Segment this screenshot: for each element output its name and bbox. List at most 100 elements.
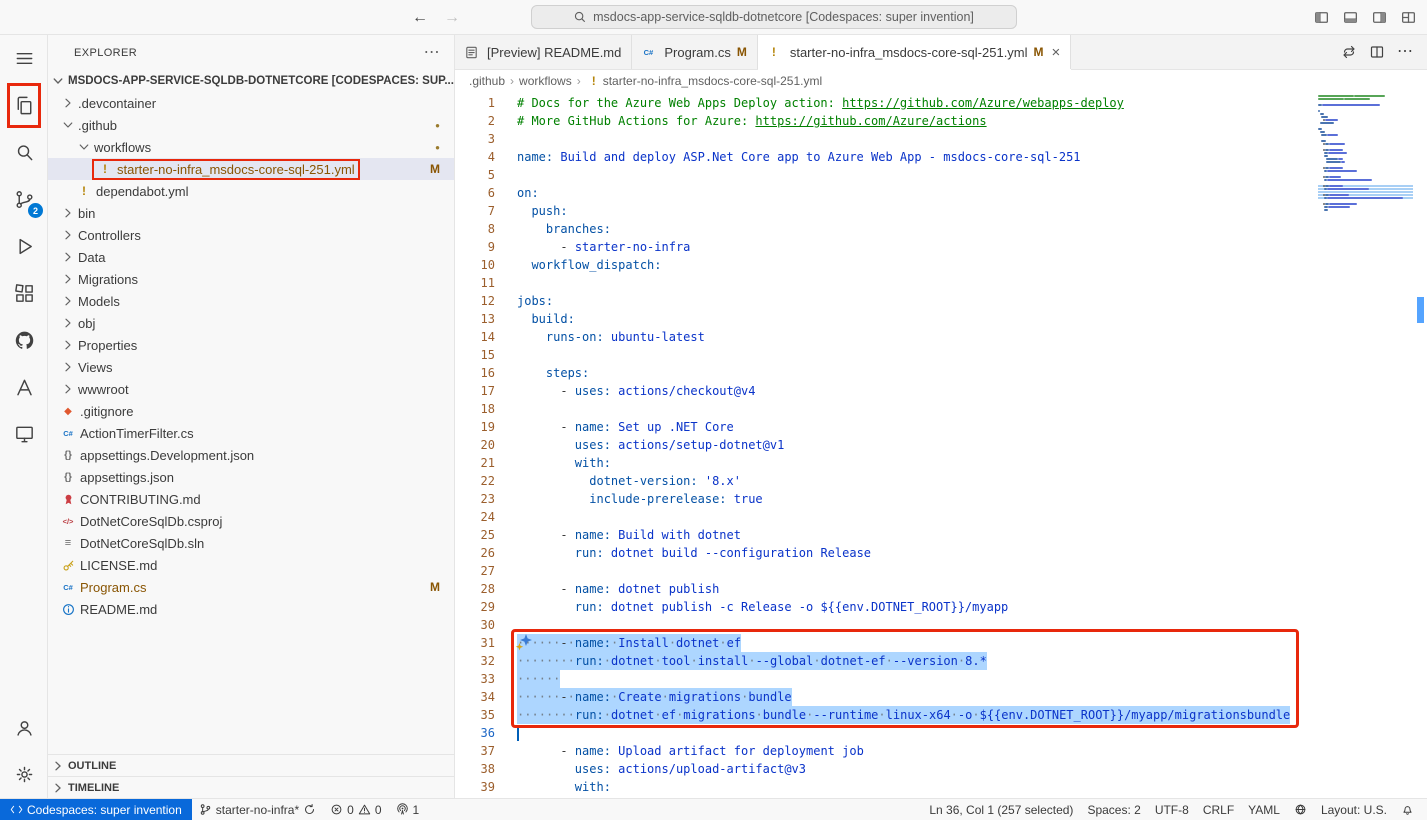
- forward-button[interactable]: →: [444, 9, 460, 27]
- menu-icon[interactable]: [0, 35, 48, 82]
- tree-item-dependabot-yml[interactable]: !dependabot.yml: [48, 180, 454, 202]
- source-control-icon[interactable]: 2: [0, 176, 48, 223]
- code-line-24[interactable]: 24: [455, 508, 1413, 526]
- code-line-10[interactable]: 10 workflow_dispatch:: [455, 256, 1413, 274]
- tree-item-models[interactable]: Models: [48, 290, 454, 312]
- toggle-sidebar-icon[interactable]: [1313, 9, 1330, 26]
- code-line-19[interactable]: 19 - name: Set up .NET Core: [455, 418, 1413, 436]
- more-actions-icon[interactable]: ⋯: [1397, 47, 1413, 57]
- toggle-secondary-sidebar-icon[interactable]: [1371, 9, 1388, 26]
- tree-root-folder[interactable]: MSDOCS-APP-SERVICE-SQLDB-DOTNETCORE [COD…: [48, 70, 454, 92]
- copilot-sparkle-icon[interactable]: [515, 633, 533, 651]
- tree-item-actiontimerfilter-cs[interactable]: C#ActionTimerFilter.cs: [48, 422, 454, 444]
- settings-icon[interactable]: [0, 751, 48, 798]
- code-line-22[interactable]: 22 dotnet-version: '8.x': [455, 472, 1413, 490]
- tree-item-properties[interactable]: Properties: [48, 334, 454, 356]
- code-line-27[interactable]: 27: [455, 562, 1413, 580]
- status-cursor-position[interactable]: Ln 36, Col 1 (257 selected): [922, 799, 1080, 820]
- code-line-6[interactable]: 6on:: [455, 184, 1413, 202]
- tree-item-appsettings-json[interactable]: {}appsettings.json: [48, 466, 454, 488]
- customize-layout-icon[interactable]: [1400, 9, 1417, 26]
- code-line-35[interactable]: 35········run:·dotnet·ef·migrations·bund…: [455, 706, 1413, 724]
- tab-starter-no-infra-msdocs-core-sql-251-yml[interactable]: !starter-no-infra_msdocs-core-sql-251.ym…: [758, 35, 1071, 69]
- tree-item-views[interactable]: Views: [48, 356, 454, 378]
- tree-item-appsettings-development-json[interactable]: {}appsettings.Development.json: [48, 444, 454, 466]
- code-line-23[interactable]: 23 include-prerelease: true: [455, 490, 1413, 508]
- tree-item-starter-no-infra-msdocs-core-sql-251-yml[interactable]: !starter-no-infra_msdocs-core-sql-251.ym…: [48, 158, 454, 180]
- code-line-28[interactable]: 28 - name: dotnet publish: [455, 580, 1413, 598]
- tree-item-bin[interactable]: bin: [48, 202, 454, 224]
- account-icon[interactable]: [0, 704, 48, 751]
- status-language-mode[interactable]: YAML: [1241, 799, 1287, 820]
- tree-item-controllers[interactable]: Controllers: [48, 224, 454, 246]
- status-ports[interactable]: 1: [389, 799, 427, 820]
- split-editor-icon[interactable]: [1369, 44, 1385, 60]
- code-line-2[interactable]: 2# More GitHub Actions for Azure: https:…: [455, 112, 1413, 130]
- open-changes-icon[interactable]: [1341, 44, 1357, 60]
- status-eol[interactable]: CRLF: [1196, 799, 1241, 820]
- search-icon[interactable]: [0, 129, 48, 176]
- code-line-5[interactable]: 5: [455, 166, 1413, 184]
- code-line-9[interactable]: 9 - starter-no-infra: [455, 238, 1413, 256]
- extensions-icon[interactable]: [0, 270, 48, 317]
- explorer-more-actions-icon[interactable]: ⋯: [424, 48, 440, 58]
- tree-item-wwwroot[interactable]: wwwroot: [48, 378, 454, 400]
- run-debug-icon[interactable]: [0, 223, 48, 270]
- tree-item-readme-md[interactable]: README.md: [48, 598, 454, 620]
- tree-item-workflows[interactable]: workflows●: [48, 136, 454, 158]
- code-line-21[interactable]: 21 with:: [455, 454, 1413, 472]
- code-line-3[interactable]: 3: [455, 130, 1413, 148]
- tree-item-contributing-md[interactable]: CONTRIBUTING.md: [48, 488, 454, 510]
- tree-item-program-cs[interactable]: C#Program.csM: [48, 576, 454, 598]
- code-line-17[interactable]: 17 - uses: actions/checkout@v4: [455, 382, 1413, 400]
- explorer-icon[interactable]: [0, 82, 48, 129]
- status-indentation[interactable]: Spaces: 2: [1080, 799, 1147, 820]
- code-line-37[interactable]: 37 - name: Upload artifact for deploymen…: [455, 742, 1413, 760]
- tree-item-migrations[interactable]: Migrations: [48, 268, 454, 290]
- status-branch[interactable]: starter-no-infra*: [192, 799, 323, 820]
- code-line-38[interactable]: 38 uses: actions/upload-artifact@v3: [455, 760, 1413, 778]
- back-button[interactable]: ←: [412, 9, 428, 27]
- tree-item-data[interactable]: Data: [48, 246, 454, 268]
- breadcrumb-github[interactable]: .github: [469, 74, 505, 88]
- timeline-section[interactable]: TIMELINE: [48, 776, 454, 798]
- tab-program-cs[interactable]: C#Program.csM: [632, 35, 757, 69]
- remote-explorer-icon[interactable]: [0, 411, 48, 458]
- code-line-33[interactable]: 33······: [455, 670, 1413, 688]
- code-line-7[interactable]: 7 push:: [455, 202, 1413, 220]
- close-tab-icon[interactable]: ×: [1052, 44, 1061, 61]
- code-line-36[interactable]: 36: [455, 724, 1413, 742]
- toggle-panel-icon[interactable]: [1342, 9, 1359, 26]
- code-line-13[interactable]: 13 build:: [455, 310, 1413, 328]
- code-line-14[interactable]: 14 runs-on: ubuntu-latest: [455, 328, 1413, 346]
- status-notifications[interactable]: [1394, 799, 1421, 820]
- code-line-25[interactable]: 25 - name: Build with dotnet: [455, 526, 1413, 544]
- breadcrumb-workflows[interactable]: workflows: [519, 74, 572, 88]
- code-line-29[interactable]: 29 run: dotnet publish -c Release -o ${{…: [455, 598, 1413, 616]
- code-line-31[interactable]: 31······-·name:·Install·dotnet·ef: [455, 634, 1413, 652]
- code-line-18[interactable]: 18: [455, 400, 1413, 418]
- code-line-34[interactable]: 34······-·name:·Create·migrations·bundle: [455, 688, 1413, 706]
- tree-item-license-md[interactable]: LICENSE.md: [48, 554, 454, 576]
- code-line-4[interactable]: 4name: Build and deploy ASP.Net Core app…: [455, 148, 1413, 166]
- code-line-11[interactable]: 11: [455, 274, 1413, 292]
- outline-section[interactable]: OUTLINE: [48, 754, 454, 776]
- code-line-32[interactable]: 32········run:·dotnet·tool·install·--glo…: [455, 652, 1413, 670]
- status-keyboard-layout-globe[interactable]: [1287, 799, 1314, 820]
- code-line-15[interactable]: 15: [455, 346, 1413, 364]
- tree-item-dotnetcoresqldb-sln[interactable]: ≡DotNetCoreSqlDb.sln: [48, 532, 454, 554]
- status-remote[interactable]: Codespaces: super invention: [0, 799, 192, 820]
- minimap[interactable]: [1318, 92, 1413, 212]
- github-icon[interactable]: [0, 317, 48, 364]
- breadcrumb-starter-no-infra-msdocs-core-sql-251-yml[interactable]: !starter-no-infra_msdocs-core-sql-251.ym…: [586, 73, 822, 89]
- tree-item-obj[interactable]: obj: [48, 312, 454, 334]
- code-line-12[interactable]: 12jobs:: [455, 292, 1413, 310]
- tree-item-gitignore[interactable]: ◆.gitignore: [48, 400, 454, 422]
- status-problems[interactable]: 00: [323, 799, 388, 820]
- code-line-20[interactable]: 20 uses: actions/setup-dotnet@v1: [455, 436, 1413, 454]
- tree-item-github[interactable]: .github●: [48, 114, 454, 136]
- azure-icon[interactable]: [0, 364, 48, 411]
- status-encoding[interactable]: UTF-8: [1148, 799, 1196, 820]
- code-line-16[interactable]: 16 steps:: [455, 364, 1413, 382]
- status-keyboard-layout[interactable]: Layout: U.S.: [1314, 799, 1394, 820]
